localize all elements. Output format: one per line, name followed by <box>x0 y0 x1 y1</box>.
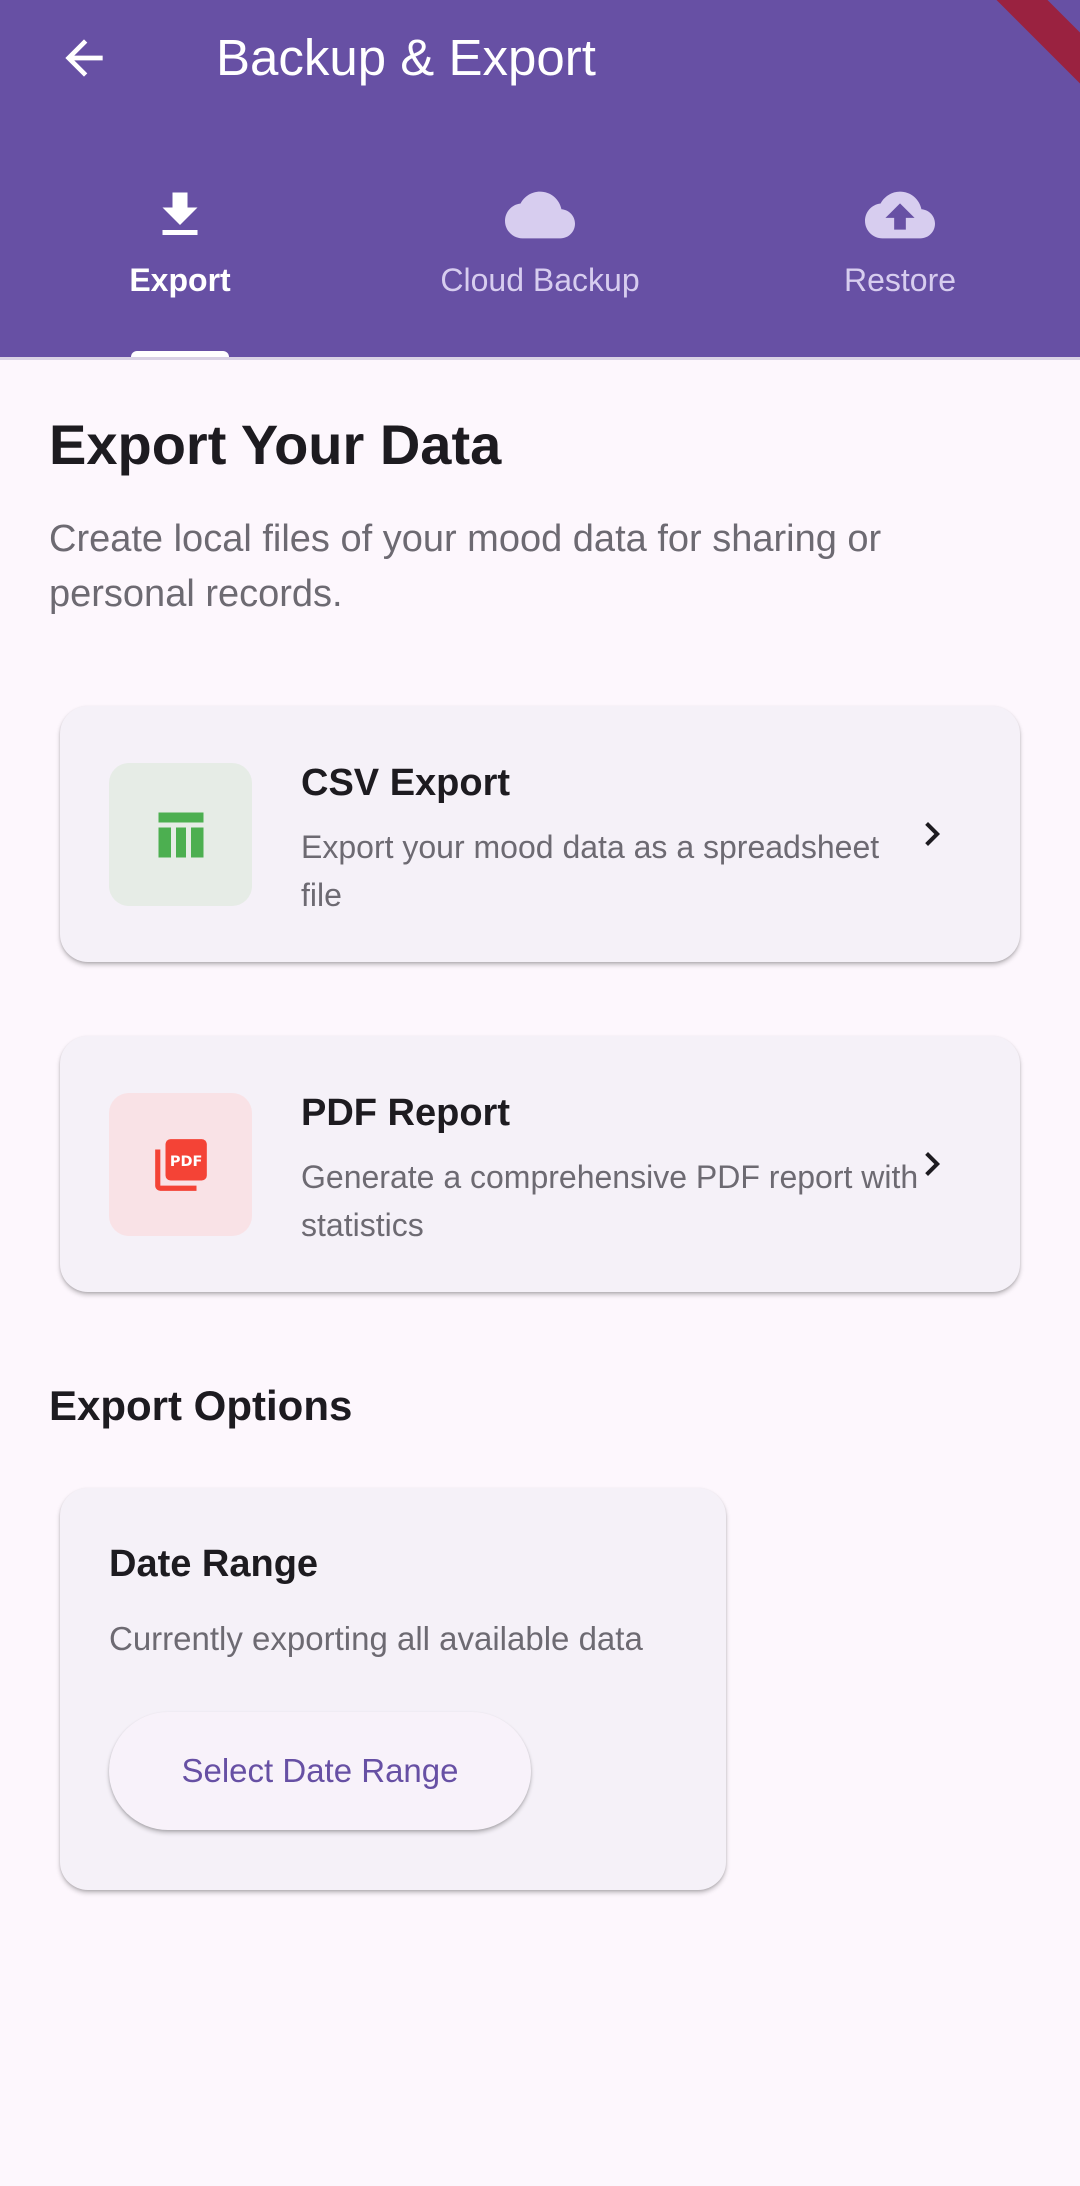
pdf-icon: PDF <box>154 1138 207 1191</box>
table-icon <box>158 812 203 857</box>
svg-text:PDF: PDF <box>169 1154 201 1170</box>
pdf-icon-box: PDF <box>109 1093 252 1236</box>
pdf-report-title: PDF Report <box>301 1092 510 1134</box>
chevron-right-icon <box>904 1136 960 1192</box>
tab-export[interactable]: Export <box>0 180 360 358</box>
tab-cloud-backup-label: Cloud Backup <box>440 262 640 298</box>
csv-export-title: CSV Export <box>301 762 511 804</box>
date-range-description: Currently exporting all available data <box>109 1620 643 1657</box>
tab-export-label: Export <box>129 262 231 298</box>
section-title: Export Your Data <box>49 413 502 476</box>
section-description: Create local files of your mood data for… <box>49 518 882 615</box>
csv-export-card[interactable]: CSV Export Export your mood data as a sp… <box>60 706 1020 962</box>
date-range-title: Date Range <box>109 1543 319 1585</box>
tab-restore[interactable]: Restore <box>720 180 1080 358</box>
tab-restore-label: Restore <box>843 262 957 298</box>
back-button[interactable] <box>48 22 120 94</box>
tab-cloud-backup[interactable]: Cloud Backup <box>360 180 720 358</box>
export-options-title: Export Options <box>49 1382 353 1429</box>
cloud-icon <box>505 180 575 250</box>
app-bar: Backup & Export Export Cloud Backup Rest… <box>0 0 1080 358</box>
select-date-range-button[interactable]: Select Date Range <box>109 1712 531 1830</box>
download-icon <box>145 180 215 250</box>
tab-divider <box>0 357 1080 360</box>
pdf-report-description: Generate a comprehensive PDF report with… <box>301 1159 919 1243</box>
pdf-report-card[interactable]: PDF PDF Report Generate a comprehensive … <box>60 1036 1020 1292</box>
csv-export-description: Export your mood data as a spreadsheet f… <box>301 829 880 913</box>
chevron-right-icon <box>904 806 960 862</box>
arrow-back-icon <box>65 39 103 77</box>
debug-banner <box>966 0 1080 112</box>
csv-icon-box <box>109 763 252 906</box>
date-range-card: Date Range Currently exporting all avail… <box>60 1488 726 1890</box>
page-title: Backup & Export <box>216 29 596 86</box>
cloud-upload-icon <box>865 180 935 250</box>
